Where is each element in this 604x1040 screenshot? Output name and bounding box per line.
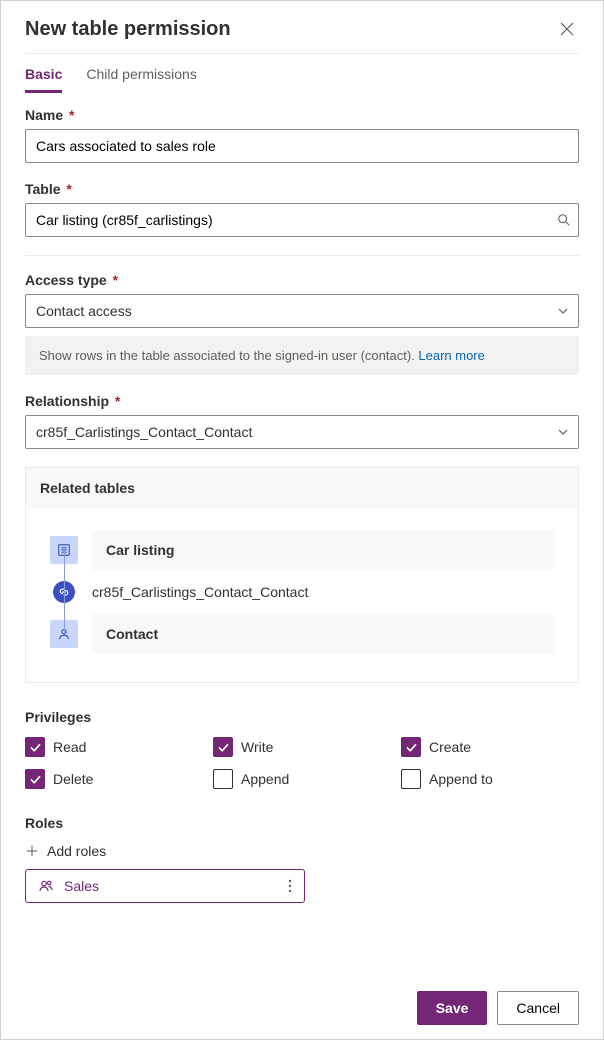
related-table-row: Car listing xyxy=(50,526,554,574)
name-input[interactable] xyxy=(25,129,579,163)
roles-section: Roles Add roles Sales xyxy=(25,815,579,903)
tabs: Basic Child permissions xyxy=(1,54,603,93)
access-type-info: Show rows in the table associated to the… xyxy=(25,336,579,375)
access-type-value: Contact access xyxy=(25,294,579,328)
roles-heading: Roles xyxy=(25,815,579,831)
privilege-label: Append to xyxy=(429,771,493,787)
add-roles-label: Add roles xyxy=(47,843,106,859)
privilege-label: Read xyxy=(53,739,86,755)
related-table-row: Contact xyxy=(50,610,554,658)
new-table-permission-panel: New table permission Basic Child permiss… xyxy=(0,0,604,1040)
relationship-select[interactable]: cr85f_Carlistings_Contact_Contact xyxy=(25,415,579,449)
check-icon xyxy=(217,741,230,754)
related-relationship-row: cr85f_Carlistings_Contact_Contact xyxy=(50,574,554,610)
required-indicator: * xyxy=(109,272,118,288)
related-tables-body: Car listing cr85f_Carlistings_Contact_Co… xyxy=(26,508,578,682)
add-roles-button[interactable]: Add roles xyxy=(25,843,579,859)
chevron-down-icon xyxy=(557,426,569,438)
privilege-checkbox-append-to[interactable]: Append to xyxy=(401,769,579,789)
privilege-label: Append xyxy=(241,771,289,787)
privilege-checkbox-append[interactable]: Append xyxy=(213,769,391,789)
access-type-select[interactable]: Contact access xyxy=(25,294,579,328)
checkbox-box xyxy=(213,737,233,757)
role-more-button[interactable] xyxy=(286,879,294,893)
panel-content: Name * Table * Access type * Contact acc… xyxy=(1,93,603,969)
relationship-label: Relationship * xyxy=(25,393,579,409)
field-relationship: Relationship * cr85f_Carlistings_Contact… xyxy=(25,393,579,449)
panel-title: New table permission xyxy=(25,18,231,41)
tab-basic[interactable]: Basic xyxy=(25,66,62,93)
close-button[interactable] xyxy=(555,17,579,41)
check-icon xyxy=(405,741,418,754)
privilege-label: Write xyxy=(241,739,273,755)
relationship-value: cr85f_Carlistings_Contact_Contact xyxy=(25,415,579,449)
table-input[interactable] xyxy=(25,203,579,237)
related-relationship-name: cr85f_Carlistings_Contact_Contact xyxy=(92,584,308,600)
check-icon xyxy=(29,773,42,786)
checkbox-box xyxy=(401,737,421,757)
role-name: Sales xyxy=(64,878,99,894)
access-type-label: Access type * xyxy=(25,272,579,288)
close-icon xyxy=(559,21,575,37)
role-chip[interactable]: Sales xyxy=(25,869,305,903)
search-icon xyxy=(557,213,571,227)
required-indicator: * xyxy=(65,107,74,123)
privileges-heading: Privileges xyxy=(25,709,579,725)
learn-more-link[interactable]: Learn more xyxy=(418,348,484,363)
table-label: Table * xyxy=(25,181,579,197)
checkbox-box xyxy=(213,769,233,789)
panel-header: New table permission xyxy=(1,1,603,53)
people-icon xyxy=(38,878,54,894)
section-divider xyxy=(25,255,579,256)
cancel-button[interactable]: Cancel xyxy=(497,991,579,1025)
privilege-checkbox-read[interactable]: Read xyxy=(25,737,203,757)
privileges-section: Privileges Read Write Create Delete Append Ap… xyxy=(25,709,579,789)
related-tables-box: Related tables Car listing xyxy=(25,467,579,683)
privilege-checkbox-delete[interactable]: Delete xyxy=(25,769,203,789)
plus-icon xyxy=(25,844,39,858)
related-table-card: Contact xyxy=(92,614,554,654)
required-indicator: * xyxy=(63,181,72,197)
privilege-checkbox-write[interactable]: Write xyxy=(213,737,391,757)
related-tables-heading: Related tables xyxy=(26,468,578,508)
save-button[interactable]: Save xyxy=(417,991,488,1025)
related-table-name: Contact xyxy=(106,626,158,642)
check-icon xyxy=(29,741,42,754)
privileges-grid: Read Write Create Delete Append Append to xyxy=(25,737,579,789)
privilege-label: Create xyxy=(429,739,471,755)
related-table-card: Car listing xyxy=(92,530,554,570)
privilege-checkbox-create[interactable]: Create xyxy=(401,737,579,757)
privilege-label: Delete xyxy=(53,771,93,787)
field-table: Table * xyxy=(25,181,579,237)
chevron-down-icon xyxy=(557,305,569,317)
table-lookup[interactable] xyxy=(25,203,579,237)
checkbox-box xyxy=(25,769,45,789)
checkbox-box xyxy=(25,737,45,757)
panel-footer: Save Cancel xyxy=(1,977,603,1039)
checkbox-box xyxy=(401,769,421,789)
tab-child-permissions[interactable]: Child permissions xyxy=(86,66,196,93)
more-vertical-icon xyxy=(288,879,292,893)
field-name: Name * xyxy=(25,107,579,163)
related-table-name: Car listing xyxy=(106,542,174,558)
required-indicator: * xyxy=(111,393,120,409)
name-label: Name * xyxy=(25,107,579,123)
field-access-type: Access type * Contact access Show rows i… xyxy=(25,272,579,375)
